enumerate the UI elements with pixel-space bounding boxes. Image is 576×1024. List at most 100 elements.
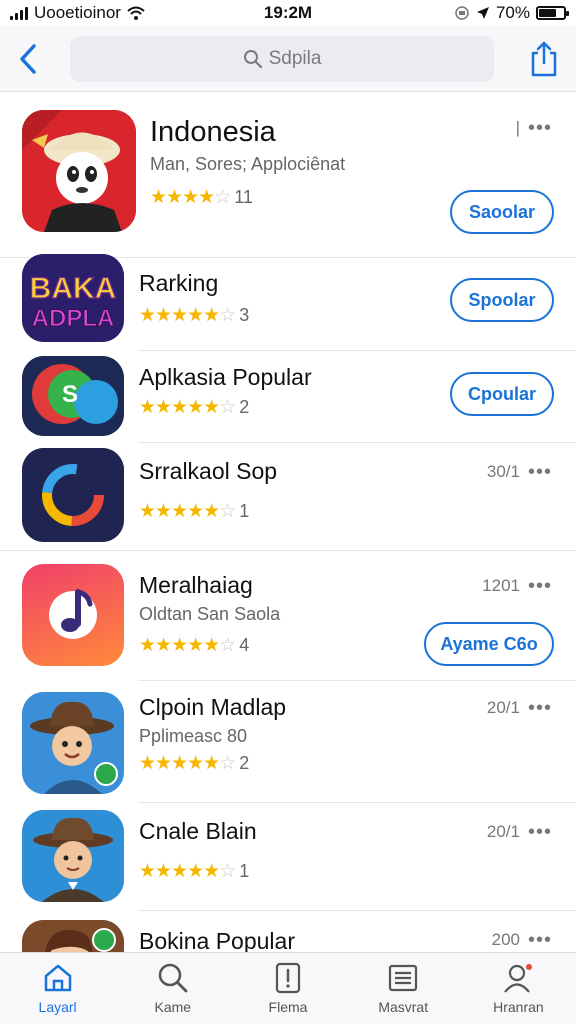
more-options-icon[interactable]: ••• — [528, 462, 552, 482]
rating-count: 2 — [239, 397, 250, 417]
home-icon — [44, 964, 71, 992]
app-row[interactable]: S Aplkasia Popular ★★★★★☆ 2 Cpoular — [0, 350, 576, 443]
star-rating-icon: ★★★★★☆ — [139, 305, 236, 326]
bird-character-icon — [22, 110, 136, 232]
chevron-left-icon — [20, 43, 36, 74]
app-subtitle: Pplimeasc 80 — [139, 726, 248, 746]
tab-label: Kame — [154, 999, 192, 1015]
app-row[interactable]: Srralkaol Sop ★★★★★☆ 1 30/1 ••• — [0, 442, 576, 551]
search-field[interactable]: Sdpila — [70, 35, 494, 82]
star-rating-icon: ★★★★★☆ — [139, 501, 236, 522]
search-icon — [243, 49, 262, 68]
app-meta: 1201 ••• — [482, 576, 552, 596]
icon-text-top: BAKA — [30, 272, 117, 305]
star-rating-icon: ★★★★★☆ — [139, 635, 236, 656]
app-name: Aplkasia Popular — [139, 364, 312, 390]
tab-search[interactable]: Kame — [115, 953, 230, 1024]
app-name: Meralhaiag — [139, 572, 253, 598]
more-options-icon[interactable]: ••• — [528, 930, 552, 950]
tab-label: Layarl — [38, 999, 77, 1015]
nav-bar: Sdpila — [0, 26, 576, 92]
tab-home[interactable]: Layarl — [0, 953, 115, 1024]
app-rating: ★★★★★☆ 2 — [139, 752, 249, 775]
app-row[interactable]: Bokina Popular 200 ••• — [0, 910, 576, 952]
cowboy-character-icon — [22, 692, 124, 794]
app-rating: ★★★★★☆ 2 — [139, 396, 249, 419]
more-options-icon[interactable]: ••• — [528, 118, 552, 138]
battery-icon — [536, 6, 569, 20]
woman-character-icon — [22, 920, 124, 952]
get-button[interactable]: Ayame C6o — [424, 622, 554, 666]
app-meta-text: 20/1 — [486, 822, 520, 841]
app-meta-text: 20/1 — [486, 698, 520, 717]
tab-profile[interactable]: Hranran — [461, 953, 576, 1024]
app-meta-text: 1201 — [482, 576, 520, 595]
star-rating-icon: ★★★★☆ — [150, 187, 231, 208]
location-arrow-icon — [476, 7, 489, 19]
wifi-icon — [127, 6, 145, 20]
app-meta: 200 ••• — [492, 930, 552, 950]
music-note-icon — [22, 564, 124, 666]
rating-count: 11 — [234, 187, 253, 207]
profile-icon — [504, 964, 533, 993]
status-right: 70% — [454, 3, 569, 23]
app-row[interactable]: Indonesia Man, Sores; Applociênat ★★★★☆ … — [0, 92, 576, 258]
icon-text: S — [62, 381, 78, 408]
star-rating-icon: ★★★★★☆ — [139, 861, 236, 882]
share-button[interactable] — [526, 39, 562, 79]
rating-count: 1 — [239, 501, 250, 521]
app-rating: ★★★★★☆ 1 — [139, 500, 249, 523]
app-name: Clpoin Madlap — [139, 694, 287, 720]
detective-character-icon — [22, 810, 124, 902]
more-options-icon[interactable]: ••• — [528, 698, 552, 718]
back-button[interactable] — [14, 39, 42, 79]
tab-document[interactable]: Flema — [230, 953, 345, 1024]
app-name: Srralkaol Sop — [139, 458, 278, 484]
app-row[interactable]: Clpoin Madlap Pplimeasc 80 ★★★★★☆ 2 20/1… — [0, 680, 576, 803]
icon-text-bottom: ADPLA — [32, 305, 115, 332]
app-meta-text: 200 — [491, 930, 520, 949]
app-rating: ★★★★☆ 11 — [150, 186, 253, 209]
more-options-icon[interactable]: ••• — [528, 822, 552, 842]
get-button[interactable]: Saoolar — [450, 190, 554, 234]
search-icon — [158, 963, 188, 993]
app-name: Bokina Popular — [139, 928, 295, 952]
get-button[interactable]: Spoolar — [450, 278, 554, 322]
document-icon — [275, 962, 301, 994]
tab-label: Hranran — [493, 999, 544, 1015]
tab-label: Flema — [268, 999, 308, 1015]
star-rating-icon: ★★★★★☆ — [139, 397, 236, 418]
rating-count: 4 — [239, 635, 250, 655]
app-row[interactable]: Meralhaiag Oldtan San Saola ★★★★★☆ 4 120… — [0, 550, 576, 681]
share-icon — [531, 41, 557, 76]
star-rating-icon: ★★★★★☆ — [139, 753, 236, 774]
app-list: Indonesia Man, Sores; Applociênat ★★★★☆ … — [0, 92, 576, 952]
app-name: Indonesia — [150, 116, 276, 148]
app-subtitle: Man, Sores; Applociênat — [150, 154, 346, 174]
app-meta-text: 30/1 — [486, 462, 520, 481]
tab-list[interactable]: Masvrat — [346, 953, 461, 1024]
get-button[interactable]: Cpoular — [450, 372, 554, 416]
baka-text-icon: BAKA ADPLA — [22, 254, 124, 342]
app-name: Cnale Blain — [139, 818, 257, 844]
color-ring-icon — [22, 448, 124, 542]
status-bar: Uooetioinor 19:2M 70% — [0, 0, 576, 26]
tab-bar: Layarl Kame Flema Masvrat Hranran — [0, 952, 576, 1024]
more-options-icon[interactable]: ••• — [528, 576, 552, 596]
app-meta: 20/1 ••• — [487, 698, 552, 718]
rating-count: 2 — [239, 753, 250, 773]
app-meta: | ••• — [516, 118, 552, 138]
app-row[interactable]: BAKA ADPLA Rarking ★★★★★☆ 3 Spoolar — [0, 254, 576, 351]
app-meta: 20/1 ••• — [487, 822, 552, 842]
app-subtitle: Oldtan San Saola — [139, 604, 281, 624]
app-row[interactable]: Cnale Blain ★★★★★☆ 1 20/1 ••• — [0, 802, 576, 911]
app-rating: ★★★★★☆ 4 — [139, 634, 249, 657]
app-rating: ★★★★★☆ 3 — [139, 304, 249, 327]
app-meta: 30/1 ••• — [487, 462, 552, 482]
battery-fill — [539, 9, 556, 17]
battery-percent: 70% — [495, 3, 530, 22]
status-left: Uooetioinor — [10, 3, 145, 23]
signal-icon — [10, 6, 28, 20]
rating-count: 3 — [239, 305, 250, 325]
rating-count: 1 — [239, 861, 250, 881]
